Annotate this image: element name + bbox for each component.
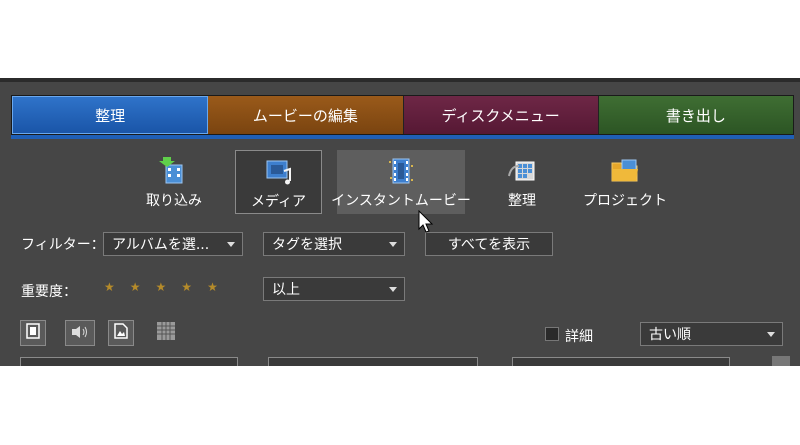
tab-export[interactable]: 書き出し	[598, 96, 793, 134]
star-icon[interactable]: ★	[207, 280, 218, 294]
project-button[interactable]: プロジェクト	[580, 150, 670, 214]
chevron-down-icon	[389, 242, 397, 247]
rating-label: 重要度：	[21, 284, 77, 300]
organize-icon	[507, 156, 537, 186]
album-select[interactable]: アルバムを選...	[103, 232, 243, 256]
chevron-down-icon	[227, 242, 235, 247]
image-filter-button[interactable]	[108, 320, 134, 346]
audio-filter-button[interactable]	[65, 320, 95, 346]
star-icon[interactable]: ★	[130, 280, 141, 294]
project-label: プロジェクト	[583, 193, 667, 209]
star-icon[interactable]: ★	[104, 280, 115, 294]
mouse-cursor-icon	[418, 209, 434, 238]
media-icon	[264, 157, 294, 187]
tab-organize[interactable]: 整理	[12, 96, 209, 134]
tab-disc-menu[interactable]: ディスクメニュー	[403, 96, 599, 134]
rating-compare-select[interactable]: 以上	[263, 277, 405, 301]
active-tab-underline	[11, 135, 794, 139]
tag-select[interactable]: タグを選択	[263, 232, 405, 256]
album-select-value: アルバムを選...	[112, 237, 210, 253]
show-all-button[interactable]: すべてを表示	[425, 232, 553, 256]
tag-select-value: タグを選択	[272, 237, 342, 253]
star-icon[interactable]: ★	[181, 280, 192, 294]
sort-select[interactable]: 古い順	[640, 322, 783, 346]
media-thumbnail[interactable]	[20, 357, 238, 366]
sort-select-value: 古い順	[649, 327, 691, 343]
instant-movie-icon	[386, 156, 416, 186]
speaker-icon	[71, 324, 89, 343]
import-label: 取り込み	[146, 193, 202, 209]
organize-label: 整理	[508, 193, 536, 209]
workspace-tabs: 整理 ムービーの編集 ディスクメニュー 書き出し	[11, 95, 794, 135]
media-thumbnail[interactable]	[268, 357, 478, 366]
import-button[interactable]: 取り込み	[138, 150, 210, 214]
film-icon	[26, 323, 40, 343]
video-filter-button[interactable]	[20, 320, 46, 346]
chevron-down-icon	[389, 287, 397, 292]
photo-icon	[114, 323, 128, 343]
media-label: メディア	[250, 194, 307, 210]
import-icon	[159, 156, 189, 186]
tab-edit-movie[interactable]: ムービーの編集	[208, 96, 404, 134]
filter-label: フィルター：	[21, 237, 105, 253]
detail-label: 詳細	[565, 329, 593, 345]
grid-icon[interactable]	[156, 321, 176, 345]
scrollbar-thumb[interactable]	[772, 356, 790, 366]
chevron-down-icon	[767, 332, 775, 337]
detail-checkbox[interactable]	[545, 327, 559, 341]
star-icon[interactable]: ★	[156, 280, 167, 294]
media-button[interactable]: メディア	[235, 150, 322, 214]
organize-button[interactable]: 整理	[490, 150, 554, 214]
rating-compare-value: 以上	[272, 282, 300, 298]
instant-movie-button[interactable]: インスタントムービー	[331, 150, 471, 214]
rating-stars: ★ ★ ★ ★ ★	[104, 280, 218, 294]
project-folder-icon	[610, 156, 640, 186]
media-thumbnail[interactable]	[512, 357, 730, 366]
instant-movie-label: インスタントムービー	[331, 193, 471, 209]
panel-top-border	[0, 78, 800, 82]
